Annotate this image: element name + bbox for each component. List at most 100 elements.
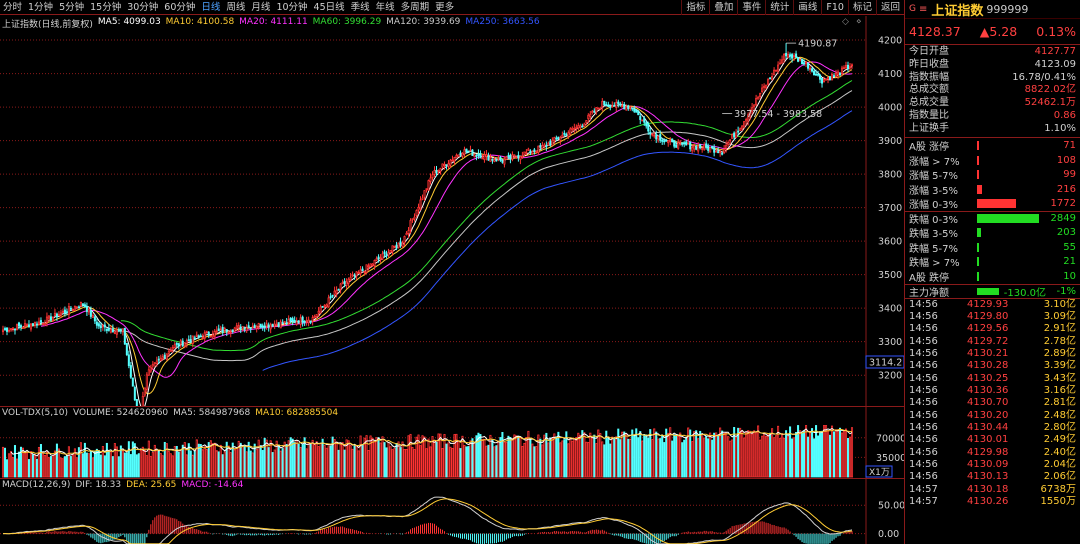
candle-body — [559, 137, 562, 141]
tick-row[interactable]: 14:56 4130.20 2.48亿 — [905, 410, 1080, 422]
volume-bar — [219, 444, 222, 478]
candle-body — [403, 236, 406, 244]
candle-body — [481, 157, 484, 160]
candle-body — [653, 134, 656, 137]
stat-row: 上证换手 1.10% — [905, 123, 1080, 136]
tick-row[interactable]: 14:56 4130.21 2.89亿 — [905, 348, 1080, 360]
volume-bar — [239, 442, 242, 478]
index-name: 上证指数 — [931, 3, 984, 19]
volume-bar — [221, 454, 224, 478]
kline-chart[interactable]: 4200 4100 4000 3900 3800 3700 3600 3500 3400 3300… — [0, 16, 904, 406]
group-label[interactable]: G — [909, 4, 916, 14]
period-tab[interactable]: 年线 — [373, 0, 398, 15]
candle-body — [35, 323, 38, 326]
tool-button[interactable]: 叠加 — [709, 0, 737, 15]
candle-body — [671, 138, 674, 143]
stat-row: 总成交量 52462.1万 — [905, 97, 1080, 110]
tick-list[interactable]: 14:56 4129.93 3.10亿 14:56 4129.80 3.09亿 14:56 4… — [905, 299, 1080, 509]
period-tab[interactable]: 1分钟 — [25, 0, 56, 15]
volume-bar — [245, 451, 248, 478]
tick-row[interactable]: 14:56 4130.44 2.80亿 — [905, 422, 1080, 434]
tick-row[interactable]: 14:56 4129.93 3.10亿 — [905, 299, 1080, 311]
period-tab[interactable]: 周线 — [223, 0, 248, 15]
tick-row[interactable]: 14:56 4129.56 2.91亿 — [905, 323, 1080, 335]
period-tab[interactable]: 45日线 — [311, 0, 348, 15]
tick-row[interactable]: 14:56 4130.13 2.06亿 — [905, 471, 1080, 483]
menu-icon[interactable]: ≡ — [919, 4, 927, 15]
candle-body — [167, 351, 170, 354]
tick-row[interactable]: 14:57 4130.26 1550万 — [905, 496, 1080, 508]
candle-body — [351, 274, 354, 277]
period-tab[interactable]: 10分钟 — [273, 0, 310, 15]
tick-price: 4130.09 — [967, 459, 1009, 471]
tick-time: 14:56 — [909, 335, 938, 347]
period-tab[interactable]: 多周期 — [398, 0, 433, 15]
tick-row[interactable]: 14:56 4130.25 3.43亿 — [905, 373, 1080, 385]
tool-button[interactable]: 返回 — [875, 0, 904, 15]
candle-body — [287, 319, 290, 324]
tick-row[interactable]: 14:56 4130.36 3.16亿 — [905, 385, 1080, 397]
candle-body — [311, 317, 314, 322]
breadth-value: 2849 — [1050, 213, 1076, 225]
candle-body — [497, 157, 500, 160]
volume-bar — [509, 437, 512, 478]
period-tab[interactable]: 日线 — [198, 0, 223, 15]
period-tab[interactable]: 5分钟 — [56, 0, 87, 15]
volume-bar — [347, 440, 350, 478]
breadth-row: 涨幅 3-5% 216 — [905, 182, 1080, 197]
candle-body — [31, 323, 34, 326]
tool-button[interactable]: 画线 — [793, 0, 821, 15]
candle-body — [637, 110, 640, 116]
tick-price: 4130.21 — [967, 347, 1009, 359]
volume-bar — [225, 441, 228, 478]
candle-body — [491, 158, 494, 161]
ma20-line — [40, 61, 853, 378]
macd-panel[interactable]: MACD(12,26,9) DIF: 18.33 DEA: 25.65 MACD: -… — [0, 478, 904, 544]
volume-bar — [143, 449, 146, 478]
candle-body — [207, 331, 210, 336]
volume-panel[interactable]: VOL-TDX(5,10) VOLUME: 524620960 MA5: 58498… — [0, 406, 904, 479]
period-tab[interactable]: 30分钟 — [124, 0, 161, 15]
candle-body — [173, 344, 176, 349]
tick-row[interactable]: 14:56 4129.98 2.40亿 — [905, 447, 1080, 459]
volume-bar — [793, 437, 796, 478]
candle-body — [775, 69, 778, 72]
candle-body — [367, 265, 370, 268]
volume-bar — [157, 449, 160, 478]
tick-row[interactable]: 14:56 4130.28 3.39亿 — [905, 360, 1080, 372]
volume-chart[interactable]: 70000 35000 X1万 — [0, 407, 904, 479]
macd-chart[interactable]: 50.00 0.00 — [0, 479, 904, 544]
last-price: 4128.37 — [909, 24, 961, 39]
tick-row[interactable]: 14:57 4130.18 6738万 — [905, 484, 1080, 496]
breadth-bar-track — [977, 170, 1034, 180]
tool-button[interactable]: F10 — [821, 0, 848, 15]
kline-panel[interactable]: 上证指数(日线,前复权) MA5: 4099.03 MA10: 4100.58 MA2… — [0, 16, 904, 406]
candle-body — [435, 169, 438, 174]
volume-bar — [751, 433, 754, 478]
tool-button[interactable]: 标记 — [847, 0, 876, 15]
volume-bar — [375, 437, 378, 478]
period-tab[interactable]: 60分钟 — [161, 0, 198, 15]
stat-label: 总成交量 — [909, 97, 949, 109]
volume-bar — [445, 443, 448, 478]
tick-row[interactable]: 14:56 4129.72 2.78亿 — [905, 336, 1080, 348]
period-tab[interactable]: 月线 — [248, 0, 273, 15]
tool-button[interactable]: 事件 — [737, 0, 765, 15]
tool-button[interactable]: 指标 — [681, 0, 709, 15]
volume-bar — [721, 430, 724, 478]
volume-bar — [315, 441, 318, 478]
volume-bar — [819, 431, 822, 478]
tick-row[interactable]: 14:56 4130.70 2.81亿 — [905, 397, 1080, 409]
tick-row[interactable]: 14:56 4129.80 3.09亿 — [905, 311, 1080, 323]
volume-bar — [311, 439, 314, 478]
period-tab[interactable]: 分时 — [0, 0, 25, 15]
volume-bar — [651, 439, 654, 478]
period-tab[interactable]: 更多 — [432, 0, 457, 15]
tool-button[interactable]: 统计 — [765, 0, 793, 15]
volume-bar — [271, 452, 274, 478]
candle-body — [111, 328, 114, 333]
tick-row[interactable]: 14:56 4130.01 2.49亿 — [905, 434, 1080, 446]
tick-row[interactable]: 14:56 4130.09 2.04亿 — [905, 459, 1080, 471]
period-tab[interactable]: 15分钟 — [87, 0, 124, 15]
period-tab[interactable]: 季线 — [348, 0, 373, 15]
